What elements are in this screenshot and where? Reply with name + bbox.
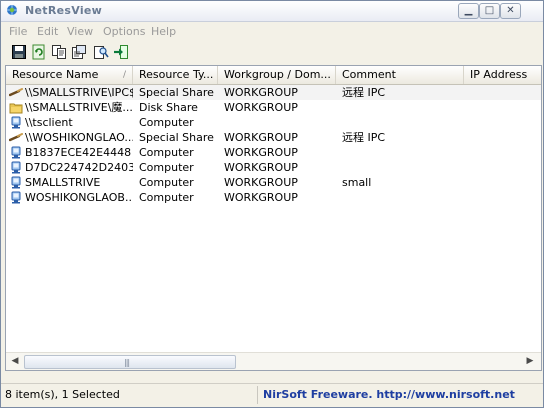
- cell-resource-type: Disk Share: [139, 101, 198, 114]
- cell-workgroup: WORKGROUP: [224, 146, 298, 159]
- cell-ip-address: [470, 115, 540, 130]
- scroll-thumb[interactable]: |||: [24, 355, 236, 369]
- table-row[interactable]: SMALLSTRIVE Computer WORKGROUP small: [6, 175, 541, 190]
- column-label: Comment: [342, 68, 396, 81]
- menu-bar: File Edit View Options Help: [1, 22, 543, 40]
- column-header-resource-type[interactable]: Resource Ty...: [133, 66, 218, 84]
- column-label: Resource Ty...: [139, 68, 214, 81]
- save-icon[interactable]: [11, 44, 27, 60]
- grip-icon: |||: [124, 358, 130, 367]
- cell-resource-type: Computer: [139, 191, 194, 204]
- table-row[interactable]: \\tsclient Computer: [6, 115, 541, 130]
- column-header-workgroup[interactable]: Workgroup / Dom...: [218, 66, 336, 84]
- cell-comment: [342, 190, 462, 205]
- properties-icon[interactable]: [71, 44, 87, 60]
- cell-workgroup: WORKGROUP: [224, 191, 298, 204]
- list-header: Resource Name / Resource Ty... Workgroup…: [6, 66, 541, 85]
- cell-resource-name: \\WOSHIKONGLAO...: [25, 131, 133, 144]
- cell-resource-type: Computer: [139, 161, 194, 174]
- cell-resource-name: WOSHIKONGLAOB...: [25, 191, 133, 204]
- status-bar: 8 item(s), 1 Selected NirSoft Freeware. …: [1, 383, 543, 406]
- cell-workgroup: WORKGROUP: [224, 101, 298, 114]
- cell-comment: [342, 115, 462, 130]
- close-button[interactable]: ✕: [500, 3, 521, 19]
- cell-comment: 远程 IPC: [342, 131, 386, 144]
- sort-arrow-icon: /: [122, 70, 126, 80]
- column-header-ip-address[interactable]: IP Address: [464, 66, 541, 84]
- app-icon: [7, 5, 17, 15]
- cell-comment: small: [342, 176, 372, 189]
- find-icon[interactable]: [93, 44, 109, 60]
- cell-resource-type: Computer: [139, 146, 194, 159]
- column-header-comment[interactable]: Comment: [336, 66, 464, 84]
- maximize-button[interactable]: □: [479, 3, 500, 19]
- cell-ip-address: [470, 85, 540, 100]
- column-label: Resource Name: [12, 68, 99, 81]
- toolbar: [1, 41, 543, 65]
- menu-options[interactable]: Options: [103, 25, 145, 38]
- title-bar[interactable]: NetResView ▁ □ ✕: [1, 1, 543, 22]
- cell-resource-type: Special Share: [139, 86, 214, 99]
- minimize-icon: ▁: [464, 5, 473, 16]
- cell-workgroup: [224, 115, 334, 130]
- status-divider: [257, 386, 258, 404]
- table-row[interactable]: WOSHIKONGLAOB... Computer WORKGROUP: [6, 190, 541, 205]
- column-label: Workgroup / Dom...: [224, 68, 331, 81]
- cell-ip-address: [470, 190, 540, 205]
- cell-workgroup: WORKGROUP: [224, 131, 298, 144]
- cell-comment: [342, 145, 462, 160]
- exit-icon[interactable]: [113, 44, 129, 60]
- column-label: IP Address: [470, 68, 528, 81]
- column-header-resource-name[interactable]: Resource Name /: [6, 66, 133, 84]
- cell-ip-address: [470, 145, 540, 160]
- table-row[interactable]: \\SMALLSTRIVE\魔... Disk Share WORKGROUP: [6, 100, 541, 115]
- cell-resource-type: Special Share: [139, 131, 214, 144]
- window-title: NetResView: [25, 4, 103, 17]
- maximize-icon: □: [484, 5, 495, 16]
- cell-workgroup: WORKGROUP: [224, 161, 298, 174]
- table-row[interactable]: \\SMALLSTRIVE\IPC$ Special Share WORKGROUP…: [6, 85, 541, 100]
- cell-workgroup: WORKGROUP: [224, 86, 298, 99]
- resource-list[interactable]: Resource Name / Resource Ty... Workgroup…: [5, 65, 542, 371]
- horizontal-scrollbar[interactable]: ◀ ||| ▶: [6, 352, 541, 370]
- menu-file[interactable]: File: [9, 25, 27, 38]
- refresh-icon[interactable]: [31, 44, 47, 60]
- cell-resource-name: D7DC224742D2403: [25, 161, 133, 174]
- cell-resource-name: \\SMALLSTRIVE\IPC$: [25, 86, 133, 99]
- cell-resource-type: Computer: [139, 116, 194, 129]
- table-row[interactable]: \\WOSHIKONGLAO... Special Share WORKGROUP 远…: [6, 130, 541, 145]
- copy-icon[interactable]: [51, 44, 67, 60]
- menu-view[interactable]: View: [67, 25, 93, 38]
- cell-workgroup: WORKGROUP: [224, 176, 298, 189]
- cell-resource-name: SMALLSTRIVE: [25, 176, 101, 189]
- cell-comment: [342, 100, 462, 115]
- cell-comment: 远程 IPC: [342, 86, 386, 99]
- status-credits-link[interactable]: NirSoft Freeware. http://www.nirsoft.net: [263, 388, 525, 401]
- cell-comment: [342, 160, 462, 175]
- cell-resource-type: Computer: [139, 176, 194, 189]
- menu-help[interactable]: Help: [151, 25, 176, 38]
- minimize-button[interactable]: ▁: [458, 3, 479, 19]
- cell-resource-name: \\tsclient: [25, 116, 73, 129]
- scroll-right-icon[interactable]: ▶: [522, 354, 538, 369]
- status-count: 8 item(s), 1 Selected: [5, 388, 120, 401]
- cell-ip-address: [470, 130, 540, 145]
- cell-ip-address: [470, 160, 540, 175]
- close-icon: ✕: [506, 5, 515, 16]
- app-window: NetResView ▁ □ ✕ File Edit View Options …: [0, 0, 544, 408]
- cell-resource-name: \\SMALLSTRIVE\魔...: [25, 101, 133, 114]
- menu-edit[interactable]: Edit: [37, 25, 58, 38]
- cell-ip-address: [470, 100, 540, 115]
- cell-resource-name: B1837ECE42E4448: [25, 146, 132, 159]
- cell-ip-address: [470, 175, 540, 190]
- table-row[interactable]: B1837ECE42E4448 Computer WORKGROUP: [6, 145, 541, 160]
- scroll-left-icon[interactable]: ◀: [7, 354, 23, 369]
- table-row[interactable]: D7DC224742D2403 Computer WORKGROUP: [6, 160, 541, 175]
